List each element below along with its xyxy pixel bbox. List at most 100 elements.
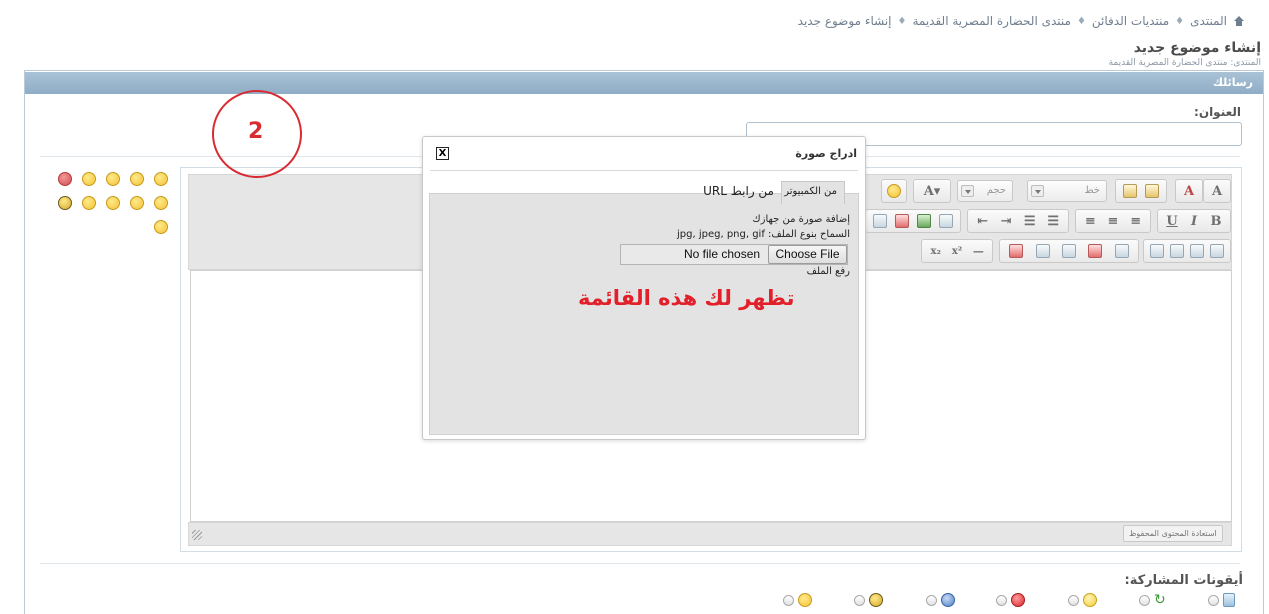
superscript-icon[interactable]: x² [948,242,966,260]
numbered-list-icon[interactable]: ☰ [1044,212,1062,230]
radio-button[interactable] [1208,594,1219,606]
radio-button[interactable] [854,594,865,606]
radio-button[interactable] [1068,594,1079,606]
lightbulb-icon [1083,593,1097,607]
toolbar-group: A▾ [913,179,951,203]
table-row-icon[interactable] [1035,244,1050,258]
post-icon-option[interactable] [1068,593,1097,607]
smilie-icon[interactable] [130,172,144,186]
question-icon [941,593,955,607]
breadcrumb-separator: ♦ [897,15,907,27]
radio-button[interactable] [783,594,794,606]
editor-statusbar [188,522,1232,546]
align-center-icon[interactable]: ≡ [1104,212,1122,230]
font-color-icon[interactable]: A▾ [923,182,941,200]
size-select[interactable]: حجم [957,180,1013,202]
confused-smilie-icon[interactable] [130,196,144,210]
horizontal-rule-icon[interactable]: — [969,242,987,260]
smilie-icon[interactable] [82,196,96,210]
font-style-icon[interactable]: A [1208,182,1226,200]
paste-word-icon[interactable] [1145,184,1159,198]
breadcrumb-item-forum[interactable]: المنتدى [1190,14,1227,28]
post-icon-option[interactable] [1208,593,1235,607]
remove-format-icon[interactable]: A [1180,182,1198,200]
indent-icon[interactable]: ⇤ [974,212,992,230]
paste-text-icon[interactable] [1123,184,1137,198]
bullet-list-icon[interactable]: ☰ [1021,212,1039,230]
smilie-icon[interactable] [154,220,168,234]
quote-icon[interactable] [1150,244,1164,258]
smilie-icon [798,593,812,607]
insert-video-icon[interactable] [939,214,953,228]
chevron-down-icon [1031,185,1044,197]
chevron-down-icon [961,185,974,197]
html-icon[interactable] [1190,244,1204,258]
toolbar-group [1143,239,1231,263]
align-left-icon[interactable]: ≡ [1081,212,1099,230]
radio-button[interactable] [996,594,1007,606]
cool-smilie-icon [869,593,883,607]
toolbar-group: ≡ ≡ ≡ [1075,209,1151,233]
merge-cells-icon[interactable] [1114,244,1129,258]
choose-file-button[interactable]: Choose File [768,245,847,264]
breadcrumb-item-dafaen[interactable]: منتديات الدفائن [1092,14,1169,28]
annotation-text: تظهر لك هذه القائمة [578,286,795,310]
divider [40,563,1240,564]
post-icon-option[interactable]: ↻ [1139,593,1168,607]
font-select-label: خط [1084,185,1100,196]
smilie-icon[interactable] [106,196,120,210]
post-icon-option[interactable] [854,593,883,607]
italic-icon[interactable]: I [1185,212,1203,230]
smilie-icon[interactable] [82,172,96,186]
document-icon [1223,593,1235,607]
home-icon[interactable] [1233,15,1245,27]
post-icon-option[interactable] [996,593,1025,607]
post-icon-option[interactable] [783,593,812,607]
smilie-icon[interactable] [154,172,168,186]
cool-smilie-icon[interactable] [58,196,72,210]
bold-icon[interactable]: B [1207,212,1225,230]
resize-handle[interactable] [192,530,202,540]
section-header: رسائلك [25,72,1263,94]
upload-heading: إضافة صورة من جهازك [752,214,850,225]
smilie-icon[interactable] [106,172,120,186]
smilie-icon[interactable] [154,196,168,210]
toolbar-group: U I B [1157,209,1231,233]
subscript-icon[interactable]: x₂ [927,242,945,260]
annotation-number: 2 [248,119,264,144]
tab-from-computer[interactable]: من الكمبيوتر [781,181,845,204]
toolbar-group [865,209,961,233]
font-select[interactable]: خط [1027,180,1107,202]
size-select-label: حجم [986,185,1006,196]
toolbar-group: ⇤ ⇥ ☰ ☰ [967,209,1069,233]
toolbar-group: x₂ x² — [921,239,993,263]
underline-icon[interactable]: U [1163,212,1181,230]
close-icon[interactable]: X [436,147,449,160]
restore-content-button[interactable]: استعادة المحتوى المحفوظ [1123,525,1223,542]
angry-smilie-icon[interactable] [58,172,72,186]
link-icon[interactable] [873,214,887,228]
toolbar-group [1115,179,1167,203]
radio-button[interactable] [1139,594,1150,606]
page-subtitle: المنتدى: منتدى الحضارة المصرية القديمة [1108,58,1261,68]
post-icon-option[interactable] [926,593,955,607]
dialog-title: ادراج صورة [795,147,857,160]
php-icon[interactable] [1210,244,1224,258]
breadcrumb-item-egyptian[interactable]: منتدى الحضارة المصرية القديمة [912,14,1070,28]
dialog-divider [430,170,858,171]
table-col-icon[interactable] [1061,244,1076,258]
delete-row-icon[interactable] [1088,244,1103,258]
unlink-icon[interactable] [895,214,909,228]
toolbar-group: A [1175,179,1203,203]
upload-file-label: رفع الملف [806,266,850,277]
table-icon[interactable] [1009,244,1024,258]
align-right-icon[interactable]: ≡ [1127,212,1145,230]
code-icon[interactable] [1170,244,1184,258]
outdent-icon[interactable]: ⇥ [997,212,1015,230]
tab-from-url[interactable]: من رابط URL [703,181,781,204]
smilies-icon[interactable] [887,184,901,198]
toolbar-group [999,239,1139,263]
radio-button[interactable] [926,594,937,606]
page-title: إنشاء موضوع جديد [1133,40,1261,56]
insert-image-icon[interactable] [917,214,931,228]
